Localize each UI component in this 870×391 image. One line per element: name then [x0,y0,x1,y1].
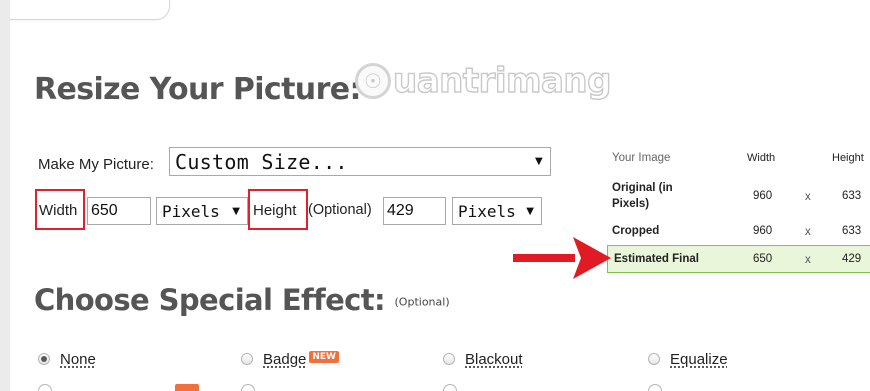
page: Resize Your Picture: ☉ uantrimang Make M… [10,0,870,391]
table-row-height: 633 [842,190,862,202]
table-row-label: Estimated Final [614,253,699,265]
table-row-x: x [805,226,811,238]
effect-option-label: Badge [263,350,307,368]
effect-title: Choose Special Effect: (Optional) [34,283,450,317]
chevron-down-icon: ▼ [232,205,240,217]
effect-option-none[interactable]: None [38,349,96,369]
resize-title: Resize Your Picture: [34,72,362,107]
radio-icon[interactable] [241,353,253,365]
effect-option-blackout[interactable]: Blackout [443,349,523,369]
radio-icon[interactable] [443,384,457,391]
table-row-x: x [805,191,811,203]
width-highlight-box [35,189,85,230]
height-optional-label: (Optional) [308,202,372,218]
radio-icon[interactable] [241,384,255,391]
make-picture-label: Make My Picture: [38,156,154,173]
radio-icon[interactable] [443,353,455,365]
table-row-height: 633 [842,225,862,237]
height-unit-select[interactable]: Pixels ▼ [452,197,542,225]
radio-icon[interactable] [648,384,662,391]
width-unit-value: Pixels [162,201,220,221]
effect-option-equalize[interactable]: Equalize [648,349,728,369]
effect-optional-label: (Optional) [394,295,450,309]
width-input[interactable]: 650 [87,197,151,225]
table-header-width: Width [747,152,776,164]
size-select[interactable]: Custom Size... ▼ [169,147,551,176]
table-row-x: x [805,254,811,266]
effect-option-label: Equalize [670,350,728,368]
height-highlight-box [248,189,308,230]
chevron-down-icon: ▼ [526,205,534,217]
table-row-width: 650 [753,253,773,265]
new-badge: NEW [309,351,339,363]
chevron-down-icon: ▼ [535,156,543,167]
top-tab[interactable] [10,0,170,20]
table-header-height: Height [832,152,864,164]
new-badge-partial [175,384,199,391]
effect-option-label: Blackout [465,350,523,368]
width-unit-select[interactable]: Pixels ▼ [156,197,248,225]
height-input[interactable]: 429 [383,197,446,225]
size-select-value: Custom Size... [175,149,348,174]
effects-next-row [10,384,870,391]
effect-option-label: None [60,350,96,368]
radio-icon[interactable] [648,353,660,365]
watermark: ☉ uantrimang [355,58,612,104]
effect-title-text: Choose Special Effect: [34,283,386,317]
radio-icon[interactable] [38,384,52,391]
table-row-label: Original (in Pixels) [612,182,673,210]
radio-checked-icon[interactable] [38,353,50,365]
table-row-height: 429 [842,253,862,265]
table-row-width: 960 [753,190,773,202]
red-arrow-icon [513,237,611,279]
height-unit-value: Pixels [458,201,516,221]
effect-option-badge[interactable]: Badge NEW [241,349,339,369]
table-row-width: 960 [753,225,773,237]
table-header-image: Your Image [612,152,671,164]
table-row-label: Cropped [612,225,660,237]
watermark-text: uantrimang [392,60,612,101]
